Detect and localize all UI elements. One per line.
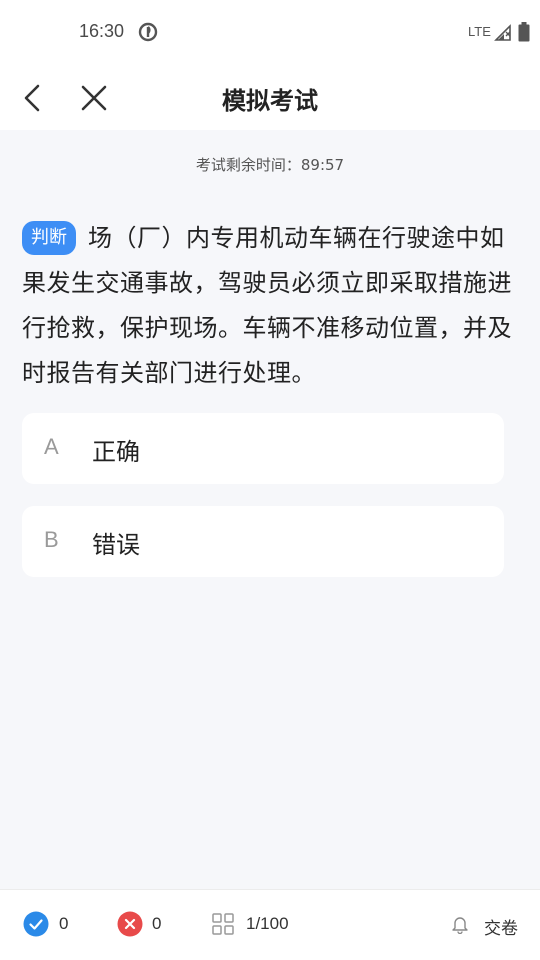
option-a[interactable]: A 正确 [22,413,504,484]
network-type: LTE [468,24,491,39]
option-letter: A [44,434,59,459]
bottom-bar: 0 0 1/100 交卷 [0,889,540,960]
bell-icon[interactable] [451,914,469,934]
submit-exam-button[interactable]: 交卷 [484,914,518,939]
app-notification-icon [138,22,158,42]
nav-bar: 模拟考试 [0,64,540,130]
wrong-count: 0 [152,914,162,933]
signal-icon [494,24,511,41]
page-title: 模拟考试 [222,87,318,115]
option-text: 正确 [92,438,140,466]
correct-check-icon [23,911,49,937]
option-letter: B [44,527,59,552]
question-stem: 判断 场（厂）内专用机动车辆在行驶途中如果发生交通事故，驾驶员必须立即采取措施进行… [22,216,522,396]
question-progress[interactable]: 1/100 [246,914,289,934]
question-type-badge: 判断 [22,221,76,255]
battery-icon [518,22,530,42]
exam-timer: 考试剩余时间：89:57 [195,156,345,174]
question-grid-icon[interactable] [211,912,235,936]
status-time: 16:30 [79,21,125,41]
correct-count: 0 [59,914,69,933]
option-text: 错误 [92,531,140,559]
wrong-x-icon [117,911,143,937]
status-bar: 16:30 LTE [0,0,540,64]
question-text: 场（厂）内专用机动车辆在行驶途中如果发生交通事故，驾驶员必须立即采取措施进行抢救… [22,224,512,387]
option-b[interactable]: B 错误 [22,506,504,577]
